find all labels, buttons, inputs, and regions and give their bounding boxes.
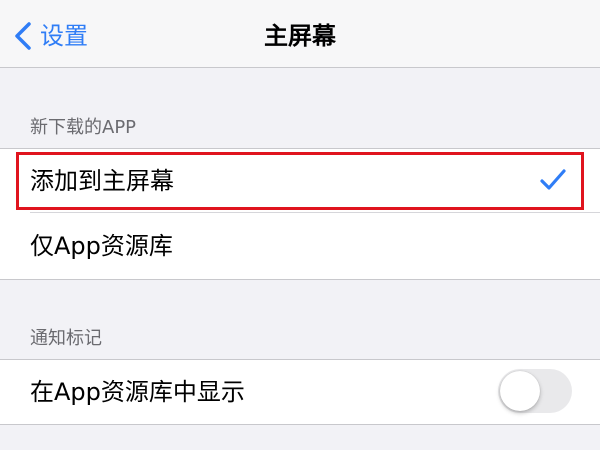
option-label: 添加到主屏幕 [30, 167, 174, 195]
toggle-knob [500, 371, 540, 411]
notification-badges-group: 在App资源库中显示 [0, 359, 600, 425]
navigation-bar: 设置 主屏幕 [0, 0, 600, 68]
option-show-in-app-library: 在App资源库中显示 [0, 360, 600, 424]
section-header-new-downloads: 新下载的APP [30, 117, 137, 138]
show-in-app-library-toggle[interactable] [498, 369, 572, 413]
option-add-to-home-screen[interactable]: 添加到主屏幕 [0, 149, 600, 213]
section-header-notification-badges: 通知标记 [30, 328, 102, 349]
new-downloads-group: 添加到主屏幕 仅App资源库 [0, 148, 600, 280]
checkmark-icon [540, 169, 566, 195]
option-label: 仅App资源库 [30, 232, 173, 260]
page-title: 主屏幕 [264, 22, 336, 50]
option-app-library-only[interactable]: 仅App资源库 [0, 213, 600, 279]
option-label: 在App资源库中显示 [30, 378, 245, 406]
